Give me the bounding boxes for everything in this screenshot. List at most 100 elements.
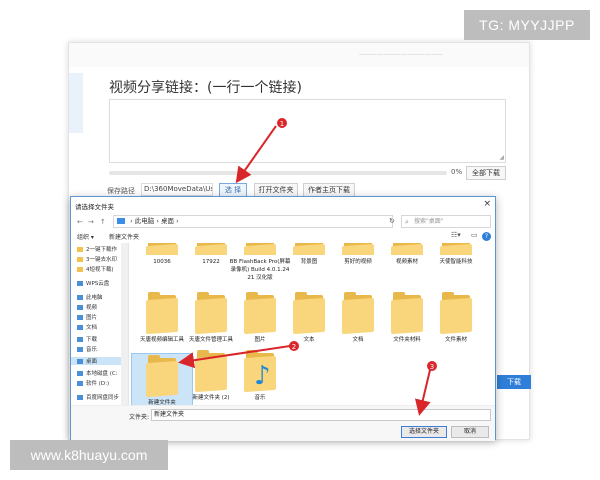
sidebar-item-label: 下载 [86,337,98,343]
folder-label: 天使智能科技 [439,259,473,265]
help-icon[interactable]: ? [482,232,491,241]
sidebar-item[interactable]: 本地磁盘 (C: [77,369,118,377]
folder-icon [195,243,227,255]
view-options-icon[interactable]: ☷▾ [451,231,461,239]
sidebar-item[interactable]: 2一键下载作 [77,245,117,253]
folder-icon [440,292,472,335]
search-icon: ⌕ [405,218,409,226]
sidebar-item[interactable]: 文档 [77,323,97,331]
cloud-icon [77,281,83,286]
breadcrumb-sep-icon: › [176,217,179,225]
folder-icon [146,292,178,335]
folder-icon [77,247,83,252]
folder-icon [146,243,178,255]
refresh-icon[interactable]: ↻ [389,217,395,225]
share-link-heading: 视频分享链接：(一行一个链接) [109,80,302,96]
computer-icon [117,218,125,224]
folder-item[interactable]: 文件素材 [425,292,487,344]
document-icon [77,325,83,330]
screenshot: —————————————— 视频分享链接：(一行一个链接) ◢ 0% 全部下载… [0,0,600,480]
dialog-title: 请选择文件夹 [75,203,114,211]
sidebar-item[interactable]: 4短视下载( [77,265,114,273]
sidebar-item[interactable]: 此电脑 [77,293,103,301]
save-path-label: 保存路径 [107,187,135,195]
dialog-footer: 文件夹: 新建文件夹 选择文件夹 取消 [71,405,495,441]
up-arrow-icon[interactable]: ↑ [100,218,106,226]
music-icon: ♪ [254,361,271,391]
search-placeholder: 搜索"桌面" [414,218,444,225]
folder-icon [440,243,472,255]
sidebar-scrollbar[interactable] [121,243,128,405]
folder-item[interactable]: 天使智能科技 [425,243,487,266]
sidebar-item-label: 百度网盘同步 [86,395,120,401]
address-bar[interactable]: › 此电脑 › 桌面 › [113,215,393,228]
desktop-icon [77,359,83,364]
resize-grip-icon[interactable]: ◢ [499,155,504,161]
folder-name-input[interactable]: 新建文件夹 [151,409,491,421]
sidebar-item[interactable]: 百度网盘同步 [77,393,119,401]
sidebar-item[interactable]: 下载 [77,335,97,343]
open-folder-button[interactable]: 打开文件夹 [254,183,298,197]
folder-icon [342,292,374,335]
sidebar-item-label: 音乐 [86,347,98,353]
select-folder-dialog: 请选择文件夹 × ← → ↑ › 此电脑 › 桌面 › ↻ ⌕ 搜索"桌面" 组… [70,196,496,441]
folder-icon [391,243,423,255]
select-path-button[interactable]: 选 择 [219,183,247,197]
breadcrumb-desktop[interactable]: 桌面 [161,217,174,225]
folder-icon [293,243,325,255]
organize-menu[interactable]: 组织 ▾ [77,232,94,241]
music-icon [77,347,83,352]
search-input[interactable]: ⌕ 搜索"桌面" [401,215,491,228]
share-link-textarea[interactable]: ◢ [109,99,506,163]
dialog-navbar: ← → ↑ › 此电脑 › 桌面 › ↻ ⌕ 搜索"桌面" [71,213,495,231]
folder-label: 音乐 [254,395,266,401]
sidebar-item-label: 文档 [86,325,98,331]
folder-label: 文件素材 [444,337,467,343]
app-title: —————————————— [359,51,443,58]
folder-icon [77,257,83,262]
sidebar-item[interactable]: 软件 (D:) [77,379,109,387]
download-all-button[interactable]: 全部下载 [466,166,506,180]
sidebar-item[interactable]: 音乐 [77,345,97,353]
folder-icon: ♪ [244,350,276,393]
download-button[interactable]: 下载 [497,375,531,389]
new-folder-button[interactable]: 新建文件夹 [109,232,139,241]
folder-icon [244,243,276,255]
app-left-panel [69,73,83,133]
sidebar-item[interactable]: 视频 [77,303,97,311]
computer-icon [77,295,83,300]
sidebar-item-label: 本地磁盘 (C: [86,371,118,377]
sidebar-item[interactable]: WPS云盘 [77,279,109,287]
sidebar-item[interactable]: 图片 [77,313,97,321]
sidebar-item-label: 视频 [86,305,98,311]
sidebar-item-label: 3一键去水印 [86,257,117,263]
sidebar-item[interactable]: 3一键去水印 [77,255,117,263]
picture-icon [77,315,83,320]
forward-arrow-icon[interactable]: → [88,218,94,226]
cloud-icon [77,395,83,400]
author-download-button[interactable]: 作者主页下载 [303,183,355,197]
app-titlebar: —————————————— [69,43,529,67]
download-progress-bar [109,171,447,175]
cancel-button[interactable]: 取消 [451,426,489,438]
folder-icon [342,243,374,255]
folder-icon [146,355,178,398]
folder-icon [293,292,325,335]
sidebar-item-label: 图片 [86,315,98,321]
save-path-field[interactable]: D:\360MoveData\Users\ [141,183,213,196]
sidebar-item-label: WPS云盘 [86,281,110,287]
preview-pane-icon[interactable]: ▭ [471,231,478,239]
breadcrumb-this-pc[interactable]: 此电脑 [135,217,155,225]
close-icon[interactable]: × [483,199,491,209]
folder-item[interactable]: ♪ 音乐 [229,350,291,402]
folder-icon [391,292,423,335]
dialog-titlebar: 请选择文件夹 × [71,197,495,213]
folder-list: 10036 17922 BB FlashBack Pro(屏幕录像机) Build … [131,243,493,405]
select-folder-button[interactable]: 选择文件夹 [401,426,447,438]
sidebar-item-label: 2一键下载作 [86,247,117,253]
video-icon [77,305,83,310]
drive-icon [77,381,83,386]
watermark-tg: TG: MYYJJPP [464,10,590,40]
folder-icon [195,292,227,335]
back-arrow-icon[interactable]: ← [77,218,83,226]
